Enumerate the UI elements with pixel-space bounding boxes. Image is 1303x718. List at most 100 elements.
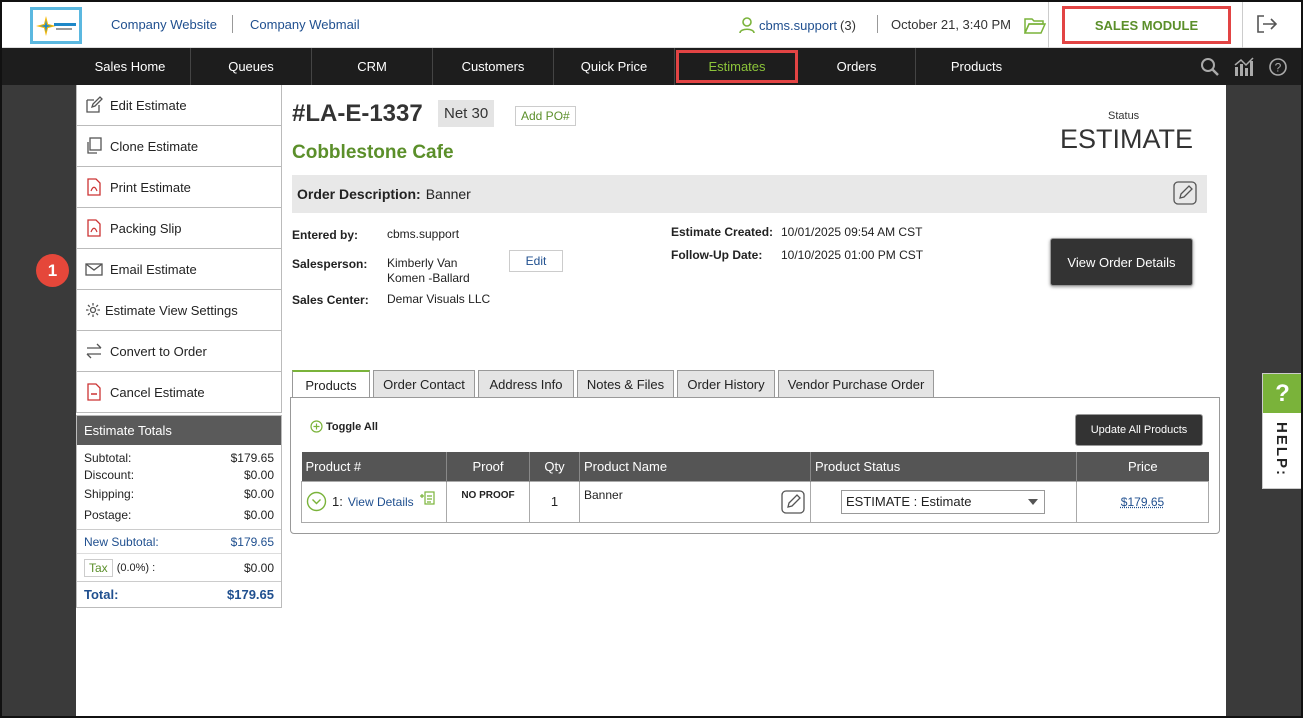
col-price: Price <box>1076 452 1209 481</box>
tab-order-history[interactable]: Order History <box>677 370 775 398</box>
analytics-icon[interactable] <box>1233 57 1255 77</box>
nav-estimates[interactable]: Estimates <box>676 50 798 83</box>
logo-star-icon <box>36 15 76 36</box>
tax-rate: (0.0%) : <box>116 561 156 574</box>
email-estimate-label: Email Estimate <box>110 261 197 277</box>
product-name: Banner <box>584 487 623 502</box>
col-product-num: Product # <box>301 452 447 481</box>
follow-up-value: 10/10/2025 01:00 PM CST <box>781 248 924 262</box>
new-subtotal-label: New Subtotal: <box>84 534 159 549</box>
nav-customers[interactable]: Customers <box>433 48 554 85</box>
edit-estimate-label: Edit Estimate <box>110 97 187 113</box>
discount-label: Discount: <box>84 467 135 482</box>
tab-order-contact[interactable]: Order Contact <box>373 370 475 398</box>
nav-orders[interactable]: Orders <box>798 48 916 85</box>
company-webmail-link[interactable]: Company Webmail <box>250 17 360 32</box>
nav-crm[interactable]: CRM <box>312 48 433 85</box>
toggle-all-button[interactable]: Toggle All <box>310 420 378 433</box>
estimate-created-label: Estimate Created: <box>671 225 774 239</box>
subtotal-label: Subtotal: <box>84 450 132 465</box>
tab-address-info[interactable]: Address Info <box>478 370 574 398</box>
print-estimate-action[interactable]: Print Estimate <box>76 167 282 208</box>
tax-row: Tax (0.0%) : $0.00 <box>77 553 281 581</box>
estimate-view-settings-action[interactable]: Estimate View Settings <box>76 290 282 331</box>
chevron-down-circle-icon[interactable] <box>306 491 327 512</box>
discount-value: $0.00 <box>243 467 274 482</box>
tab-products[interactable]: Products <box>292 370 370 399</box>
user-count: (3) <box>840 17 856 33</box>
tab-vendor-purchase-order[interactable]: Vendor Purchase Order <box>778 370 934 398</box>
company-website-link[interactable]: Company Website <box>111 17 217 32</box>
status-label: Status <box>1108 110 1140 122</box>
cancel-document-icon <box>87 383 101 401</box>
current-datetime: October 21, 3:40 PM <box>891 17 1011 32</box>
help-icon[interactable]: ? <box>1268 57 1288 77</box>
main-nav: Sales Home Queues CRM Customers Quick Pr… <box>0 48 1303 85</box>
convert-to-order-action[interactable]: Convert to Order <box>76 331 282 372</box>
estimate-view-settings-label: Estimate View Settings <box>105 302 238 318</box>
help-question-icon: ? <box>1263 374 1302 413</box>
estimate-totals: Estimate Totals Subtotal: $179.65 Discoun… <box>76 415 282 608</box>
discount-row: Discount: $0.00 <box>77 466 281 483</box>
customer-name[interactable]: Cobblestone Cafe <box>292 142 454 164</box>
table-row: 1: View Details NO PROOF 1 Banner ESTIMA… <box>301 480 1209 523</box>
product-status-cell: ESTIMATE : Estimate <box>810 480 1077 523</box>
toggle-all-label: Toggle All <box>326 420 378 433</box>
packing-slip-action[interactable]: Packing Slip <box>76 208 282 249</box>
proof-cell: NO PROOF <box>446 480 530 523</box>
user-account[interactable]: cbms.support (3) <box>738 16 856 34</box>
cancel-estimate-label: Cancel Estimate <box>110 384 205 400</box>
subtotal-row: Subtotal: $179.65 <box>77 449 281 466</box>
payment-terms: Net 30 <box>438 100 495 127</box>
nav-products[interactable]: Products <box>916 48 1037 85</box>
shipping-row: Shipping: $0.00 <box>77 483 281 504</box>
search-icon[interactable] <box>1200 57 1220 77</box>
clone-icon <box>87 137 102 154</box>
add-po-button[interactable]: Add PO# <box>515 106 576 126</box>
username: cbms.support <box>759 17 838 33</box>
edit-estimate-action[interactable]: Edit Estimate <box>76 85 282 126</box>
nav-queues[interactable]: Queues <box>191 48 312 85</box>
print-estimate-label: Print Estimate <box>110 179 191 195</box>
product-status-select[interactable]: ESTIMATE : Estimate <box>841 489 1045 514</box>
folder-icon[interactable] <box>1023 16 1047 37</box>
pdf-icon <box>87 178 101 196</box>
col-product-status: Product Status <box>810 452 1077 481</box>
svg-text:?: ? <box>1275 61 1282 75</box>
sales-module-button[interactable]: SALES MODULE <box>1062 6 1231 44</box>
tab-notes-files[interactable]: Notes & Files <box>577 370 674 398</box>
update-all-products-button[interactable]: Update All Products <box>1075 414 1203 446</box>
nav-sales-home[interactable]: Sales Home <box>70 48 191 85</box>
tax-value: $0.00 <box>243 560 274 575</box>
salesperson-line-2: Komen -Ballard <box>387 271 470 285</box>
edit-salesperson-button[interactable]: Edit <box>509 250 563 272</box>
salesperson-line-1: Kimberly Van <box>387 256 458 270</box>
subtotal-value: $179.65 <box>230 450 274 465</box>
edit-description-icon[interactable] <box>1173 181 1197 205</box>
company-logo[interactable] <box>30 7 82 44</box>
order-description-label: Order Description: <box>297 186 421 202</box>
edit-product-icon[interactable] <box>781 489 805 514</box>
plus-circle-icon <box>310 420 323 433</box>
col-qty: Qty <box>529 452 580 481</box>
product-price[interactable]: $179.65 <box>1121 495 1164 509</box>
qty-cell: 1 <box>529 480 580 523</box>
clone-estimate-action[interactable]: Clone Estimate <box>76 126 282 167</box>
sales-center-value: Demar Visuals LLC <box>387 292 491 306</box>
tax-button[interactable]: Tax <box>84 558 113 577</box>
convert-arrows-icon <box>86 343 102 359</box>
estimate-totals-title: Estimate Totals <box>77 416 281 445</box>
logout-icon[interactable] <box>1256 14 1278 37</box>
help-tab[interactable]: ? HELP: <box>1262 373 1303 489</box>
clipboard-add-icon[interactable] <box>419 490 435 506</box>
envelope-icon <box>85 263 103 276</box>
user-separator <box>877 15 878 33</box>
cancel-estimate-action[interactable]: Cancel Estimate <box>76 372 282 413</box>
estimate-created-value: 10/01/2025 09:54 AM CST <box>781 225 923 239</box>
link-separator <box>232 15 233 33</box>
nav-quick-price[interactable]: Quick Price <box>554 48 675 85</box>
view-order-details-button[interactable]: View Order Details <box>1050 238 1193 286</box>
email-estimate-action[interactable]: Email Estimate <box>76 249 282 290</box>
status-value: ESTIMATE <box>1060 124 1194 154</box>
view-details-link[interactable]: View Details <box>348 495 414 509</box>
